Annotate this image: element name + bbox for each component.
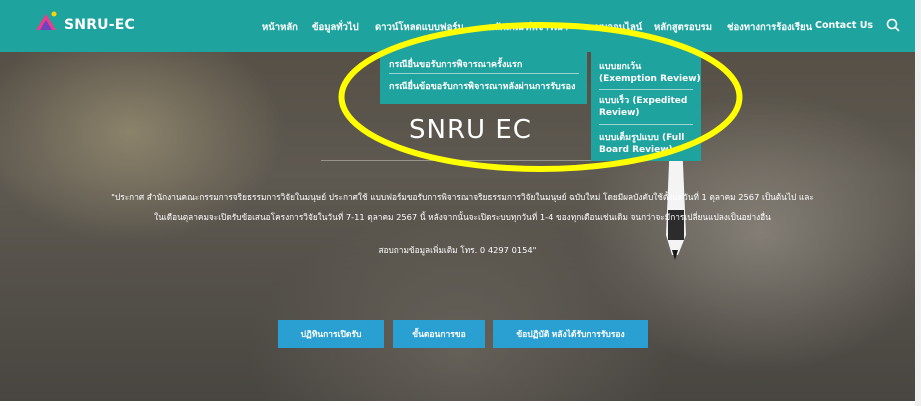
announcement-text: "ประกาศ สำนักงานคณะกรรมการจริยธรรมการวิจ… — [70, 187, 855, 227]
submenu-divider — [599, 89, 693, 90]
dropdown-divider — [389, 73, 579, 74]
announcement-line-2: ในเดือนตุลาคมจะเปิดรับข้อเสนอโครงการวิจั… — [154, 212, 771, 222]
brand-name[interactable]: SNRU-EC — [64, 17, 135, 33]
steps-button[interactable]: ขั้นตอนการขอ — [393, 320, 485, 348]
submenu-item-exemption-line1: แบบยกเว้น — [599, 62, 642, 72]
submenu-divider — [599, 124, 693, 125]
nav-complaints[interactable]: ช่องทางการร้องเรียน — [727, 20, 812, 35]
review-type-submenu: แบบยกเว้น (Exemption Review) แบบเร็ว (Ex… — [591, 52, 701, 161]
submenu-item-expedited[interactable]: แบบเร็ว (Expedited Review) — [599, 95, 687, 119]
submenu-item-full-board[interactable]: แบบเต็มรูปแบบ (Full Board Review) — [599, 132, 684, 156]
guidelines-button[interactable]: ข้อปฏิบัติ หลังได้รับการรับรอง — [493, 320, 648, 348]
submenu-item-full-board-line2: Board Review) — [599, 145, 673, 155]
download-forms-dropdown: กรณียื่นขอรับการพิจารณาครั้งแรก กรณียื่น… — [380, 52, 587, 104]
submenu-item-exemption[interactable]: แบบยกเว้น (Exemption Review) — [599, 61, 701, 85]
nav-home[interactable]: หน้าหลัก — [262, 20, 298, 35]
announcement-line-1: "ประกาศ สำนักงานคณะกรรมการจริยธรรมการวิจ… — [111, 192, 814, 202]
nav-contact[interactable]: Contact Us — [815, 20, 873, 31]
nav-download-forms[interactable]: ดาวน์โหลดแบบฟอร์ม — [375, 20, 464, 35]
dropdown-item-first-submission[interactable]: กรณียื่นขอรับการพิจารณาครั้งแรก — [389, 57, 522, 71]
nav-training[interactable]: หลักสูตรอบรม — [654, 20, 712, 35]
nav-criteria[interactable]: หลักเกณฑ์พิจารณา — [488, 20, 568, 35]
submenu-item-full-board-line1: แบบเต็มรูปแบบ (Full — [599, 133, 685, 143]
dropdown-item-after-approval[interactable]: กรณียื่นข้อขอรับการพิจารณาหลังผ่านการรับ… — [389, 79, 575, 93]
contact-info: สอบถามข้อมูลเพิ่มเติม โทร. 0 4297 0154" — [378, 245, 537, 255]
top-navbar: SNRU-EC หน้าหลัก ข้อมูลทั่วไป ดาวน์โหลดแ… — [0, 0, 915, 52]
hero-title: SNRU EC — [409, 115, 532, 145]
submenu-item-expedited-line1: แบบเร็ว (Expedited — [599, 96, 688, 106]
search-icon[interactable] — [886, 18, 900, 32]
nav-online-system[interactable]: ระบบออนไลน์ — [585, 20, 642, 35]
page: SNRU-EC หน้าหลัก ข้อมูลทั่วไป ดาวน์โหลดแ… — [0, 0, 921, 406]
calendar-button[interactable]: ปฏิทินการเปิดรับ — [278, 320, 384, 348]
submenu-item-expedited-line2: Review) — [599, 108, 640, 118]
nav-general-info[interactable]: ข้อมูลทั่วไป — [312, 20, 359, 35]
scrollbar[interactable] — [915, 0, 921, 406]
snru-logo-icon[interactable] — [34, 10, 58, 34]
submenu-item-exemption-line2: (Exemption Review) — [599, 74, 701, 84]
hero-divider — [321, 160, 601, 161]
